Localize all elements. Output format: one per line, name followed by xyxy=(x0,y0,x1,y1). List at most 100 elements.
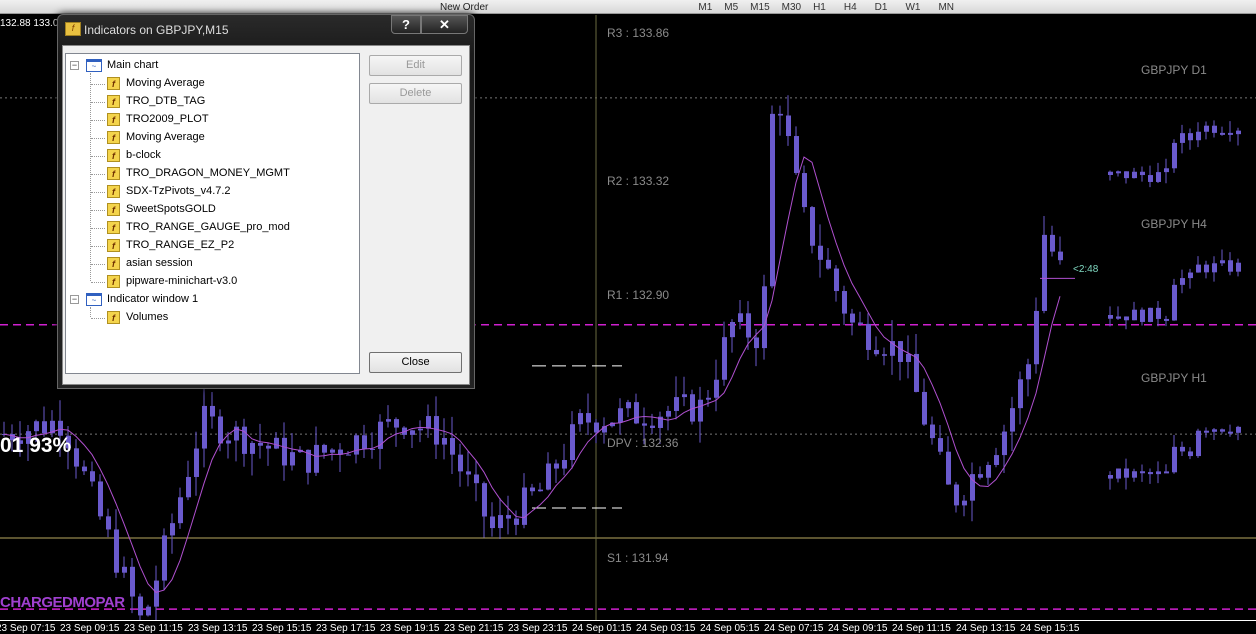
candle-body xyxy=(506,515,511,519)
mini-candle-body xyxy=(1220,260,1225,264)
timeframe-m1[interactable]: M1 xyxy=(698,3,712,13)
candle-body xyxy=(442,438,447,445)
candle-body xyxy=(578,413,583,425)
tree-indicator-item[interactable]: f Volumes xyxy=(107,309,168,327)
timeframe-mn[interactable]: MN xyxy=(938,3,954,13)
tree-indicator-item[interactable]: f Moving Average xyxy=(107,75,205,93)
candle-body xyxy=(1034,310,1039,365)
candle-body xyxy=(434,416,439,445)
timeframe-h1[interactable]: H1 xyxy=(813,3,826,13)
mini-candle-body xyxy=(1148,175,1153,182)
mini-candle-body xyxy=(1204,430,1209,433)
mini-candle-body xyxy=(1228,431,1233,434)
tree-indicator-item[interactable]: f TRO_DTB_TAG xyxy=(107,93,205,111)
tree-indicator-item[interactable]: f SDX-TzPivots_v4.7.2 xyxy=(107,183,231,201)
help-button[interactable]: ? xyxy=(391,15,421,34)
mini-candle-body xyxy=(1156,307,1161,319)
time-tick: 23 Sep 19:15 xyxy=(380,623,440,634)
mini-candle-body xyxy=(1132,471,1137,478)
candle-body xyxy=(570,424,575,461)
mini-candle-body xyxy=(1196,131,1201,141)
pivot-label-r3: R3 : 133.86 xyxy=(607,26,670,40)
candle-body xyxy=(778,113,783,116)
tree-indicator-item[interactable]: f TRO2009_PLOT xyxy=(107,111,209,129)
timeframe-d1[interactable]: D1 xyxy=(875,3,888,13)
time-tick: 24 Sep 01:15 xyxy=(572,623,632,634)
tree-indicator-item[interactable]: f pipware-minichart-v3.0 xyxy=(107,273,237,291)
item-label: TRO_RANGE_EZ_P2 xyxy=(126,239,235,251)
time-tick: 23 Sep 23:15 xyxy=(508,623,568,634)
candle-body xyxy=(898,341,903,362)
candle-body xyxy=(450,438,455,455)
tree-indicator-item[interactable]: f TRO_RANGE_GAUGE_pro_mod xyxy=(107,219,290,237)
new-order-button[interactable]: New Order xyxy=(440,3,488,13)
candle-body xyxy=(642,423,647,426)
mini-candle-body xyxy=(1140,471,1145,474)
item-label: pipware-minichart-v3.0 xyxy=(126,275,238,287)
chart-window-icon: ~ xyxy=(86,58,102,72)
time-tick: 24 Sep 13:15 xyxy=(956,623,1016,634)
time-tick: 23 Sep 07:15 xyxy=(0,623,56,634)
indicator-icon: f xyxy=(107,238,120,252)
tree-indicator-item[interactable]: f Moving Average xyxy=(107,129,205,147)
mini-candle-body xyxy=(1236,426,1241,433)
tree-indicator-item[interactable]: f b-clock xyxy=(107,147,161,165)
timeframe-bar: M1 M5 M15 M30 H1 H4 D1 W1 MN xyxy=(698,3,972,13)
tree-indicator-item[interactable]: f TRO_DRAGON_MONEY_MGMT xyxy=(107,165,290,183)
tree-window-node[interactable]: ~ Main chart xyxy=(86,57,158,75)
candle-body xyxy=(1058,251,1063,261)
time-tick: 24 Sep 03:15 xyxy=(636,623,696,634)
candle-body xyxy=(786,115,791,137)
mini-candle-body xyxy=(1116,316,1121,319)
candle-body xyxy=(538,489,543,492)
pivot-label-r1: R1 : 132.90 xyxy=(607,288,670,303)
time-axis: 23 Sep 07:15 23 Sep 09:15 23 Sep 11:15 23 S… xyxy=(0,620,1256,634)
candle-body xyxy=(826,259,831,269)
collapse-toggle[interactable]: − xyxy=(70,295,79,304)
mini-chart-d1-label: GBPJPY D1 xyxy=(1141,63,1207,77)
mini-candle-body xyxy=(1172,284,1177,321)
item-label: b-clock xyxy=(126,149,161,161)
mini-candle-body xyxy=(1164,318,1169,321)
indicator-icon: f xyxy=(107,130,120,144)
mini-candle-body xyxy=(1204,125,1209,132)
indicator-tree[interactable]: − ~ Main chart f Moving Average f TRO_DTB_TAG f… xyxy=(65,53,360,374)
time-tick: 24 Sep 15:15 xyxy=(1020,623,1080,634)
mini-candle-body xyxy=(1148,307,1153,322)
indicator-icon: f xyxy=(107,220,120,234)
timeframe-m15[interactable]: M15 xyxy=(750,3,769,13)
candle-body xyxy=(474,474,479,484)
delete-button[interactable]: Delete xyxy=(369,83,462,104)
tree-window-node[interactable]: ~ Indicator window 1 xyxy=(86,291,198,309)
timeframe-m5[interactable]: M5 xyxy=(724,3,738,13)
candle-body xyxy=(250,442,255,454)
mini-candle-body xyxy=(1164,471,1169,474)
mini-candle-body xyxy=(1172,446,1177,473)
indicator-icon: f xyxy=(107,112,120,126)
tree-indicator-item[interactable]: f asian session xyxy=(107,255,193,273)
mini-candle-body xyxy=(1236,130,1241,135)
candle-body xyxy=(514,518,519,525)
mini-candle-body xyxy=(1196,430,1201,457)
tree-indicator-item[interactable]: f SweetSpotsGOLD xyxy=(107,201,216,219)
mini-candle-body xyxy=(1156,172,1161,182)
tree-indicator-item[interactable]: f TRO_RANGE_EZ_P2 xyxy=(107,237,234,255)
candle-body xyxy=(98,481,103,517)
timeframe-m30[interactable]: M30 xyxy=(782,3,801,13)
time-tick: 23 Sep 13:15 xyxy=(188,623,248,634)
candle-body xyxy=(194,448,199,477)
edit-button[interactable]: Edit xyxy=(369,55,462,76)
timeframe-h4[interactable]: H4 xyxy=(844,3,857,13)
mini-candle-body xyxy=(1180,446,1185,452)
node-label: Main chart xyxy=(107,59,159,71)
close-button[interactable]: Close xyxy=(369,352,462,373)
mini-candle-body xyxy=(1196,264,1201,273)
timeframe-w1[interactable]: W1 xyxy=(905,3,920,13)
item-label: Moving Average xyxy=(126,131,205,143)
candle-body xyxy=(138,596,143,616)
candle-body xyxy=(866,323,871,350)
collapse-toggle[interactable]: − xyxy=(70,61,79,70)
mini-candle-body xyxy=(1108,315,1113,319)
mini-candle-body xyxy=(1132,309,1137,321)
close-x-button[interactable]: ✕ xyxy=(421,15,468,34)
